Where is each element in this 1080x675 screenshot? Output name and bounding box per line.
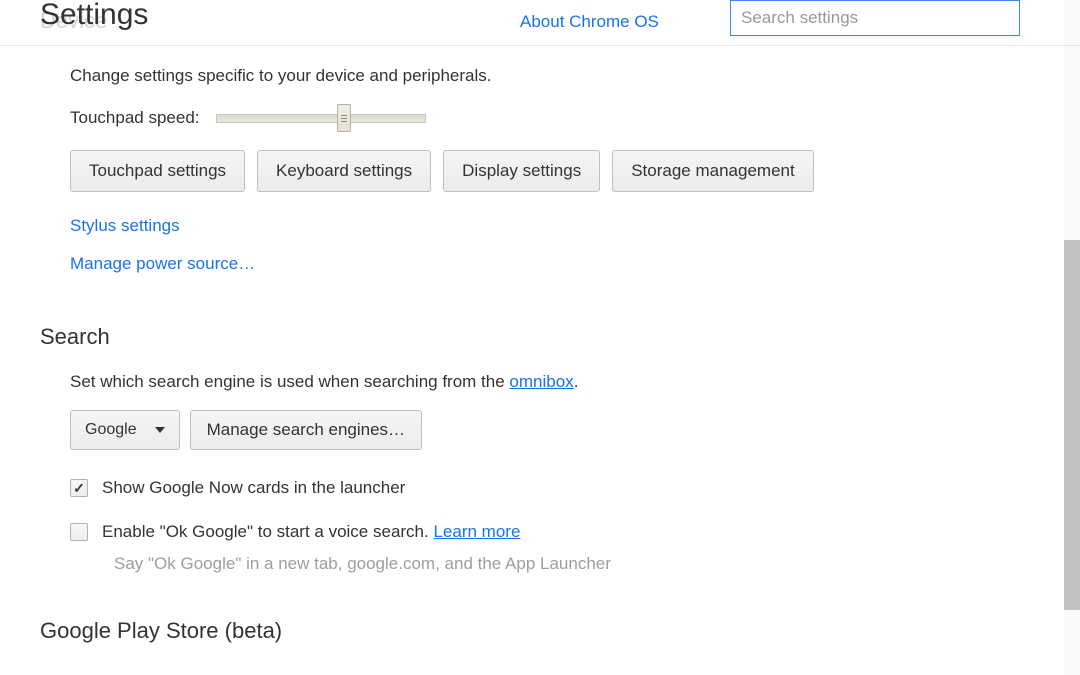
about-chrome-os-link[interactable]: About Chrome OS bbox=[520, 12, 659, 32]
page-title: Settings bbox=[40, 0, 148, 32]
ok-google-subtext: Say "Ok Google" in a new tab, google.com… bbox=[114, 554, 1020, 574]
search-description: Set which search engine is used when sea… bbox=[70, 372, 1020, 392]
stylus-settings-link[interactable]: Stylus settings bbox=[70, 216, 180, 235]
google-now-checkbox[interactable] bbox=[70, 479, 88, 497]
header: Device Settings About Chrome OS bbox=[0, 0, 1080, 46]
ok-google-label-text: Enable "Ok Google" to start a voice sear… bbox=[102, 522, 433, 541]
device-description: Change settings specific to your device … bbox=[70, 66, 1020, 86]
manage-power-source-link[interactable]: Manage power source… bbox=[70, 254, 255, 273]
search-settings-input[interactable] bbox=[730, 0, 1020, 36]
touchpad-speed-label: Touchpad speed: bbox=[70, 108, 200, 128]
touchpad-settings-button[interactable]: Touchpad settings bbox=[70, 150, 245, 192]
search-engine-dropdown[interactable]: Google bbox=[70, 410, 180, 450]
search-desc-suffix: . bbox=[574, 372, 579, 391]
search-engine-selected: Google bbox=[85, 421, 137, 439]
slider-track-right bbox=[351, 114, 426, 123]
keyboard-settings-button[interactable]: Keyboard settings bbox=[257, 150, 431, 192]
ok-google-checkbox-row: Enable "Ok Google" to start a voice sear… bbox=[70, 522, 1020, 542]
google-now-label: Show Google Now cards in the launcher bbox=[102, 478, 405, 498]
google-now-checkbox-row: Show Google Now cards in the launcher bbox=[70, 478, 1020, 498]
scrollbar-thumb[interactable] bbox=[1064, 240, 1080, 610]
ok-google-label: Enable "Ok Google" to start a voice sear… bbox=[102, 522, 520, 542]
content: Change settings specific to your device … bbox=[0, 66, 1080, 644]
ok-google-checkbox[interactable] bbox=[70, 523, 88, 541]
power-link-row: Manage power source… bbox=[70, 254, 1020, 274]
slider-track-left bbox=[216, 114, 338, 123]
display-settings-button[interactable]: Display settings bbox=[443, 150, 600, 192]
search-desc-prefix: Set which search engine is used when sea… bbox=[70, 372, 509, 391]
device-button-row: Touchpad settings Keyboard settings Disp… bbox=[70, 150, 1020, 192]
storage-management-button[interactable]: Storage management bbox=[612, 150, 814, 192]
chevron-down-icon bbox=[155, 427, 165, 433]
slider-handle[interactable] bbox=[337, 104, 350, 132]
search-engine-row: Google Manage search engines… bbox=[70, 410, 1020, 450]
google-play-store-section-title: Google Play Store (beta) bbox=[40, 618, 1020, 644]
omnibox-link[interactable]: omnibox bbox=[509, 372, 573, 391]
stylus-link-row: Stylus settings bbox=[70, 216, 1020, 236]
touchpad-speed-slider[interactable] bbox=[216, 108, 426, 128]
manage-search-engines-button[interactable]: Manage search engines… bbox=[190, 410, 422, 450]
learn-more-link[interactable]: Learn more bbox=[433, 522, 520, 541]
touchpad-speed-row: Touchpad speed: bbox=[70, 108, 1020, 128]
search-section-title: Search bbox=[40, 324, 1020, 350]
